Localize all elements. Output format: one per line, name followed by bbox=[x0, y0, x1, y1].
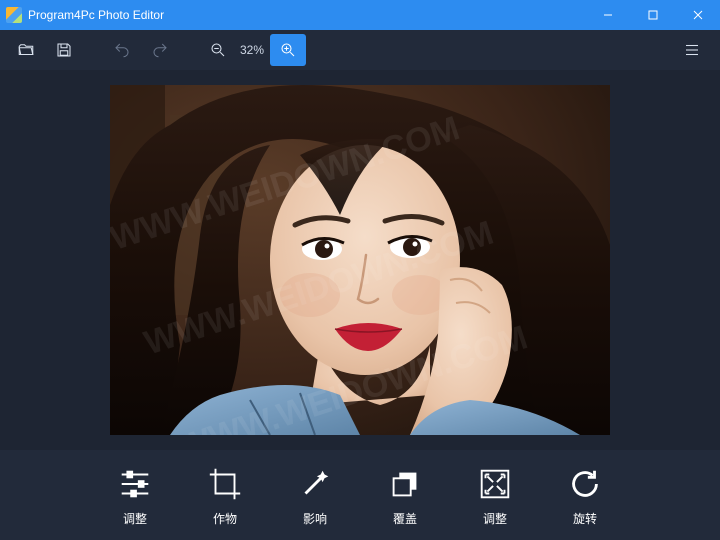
tool-crop[interactable]: 作物 bbox=[205, 464, 245, 527]
toolbar: 32% bbox=[0, 30, 720, 70]
tool-label: 调整 bbox=[123, 510, 147, 527]
save-button[interactable] bbox=[46, 34, 82, 66]
menu-button[interactable] bbox=[674, 34, 710, 66]
crop-icon bbox=[205, 464, 245, 504]
tool-rotate[interactable]: 旋转 bbox=[565, 464, 605, 527]
zoom-level: 32% bbox=[240, 43, 264, 57]
tool-resize[interactable]: 调整 bbox=[475, 464, 515, 527]
tool-label: 覆盖 bbox=[393, 510, 417, 527]
layers-icon bbox=[385, 464, 425, 504]
maximize-button[interactable] bbox=[630, 0, 675, 30]
tool-effects[interactable]: 影响 bbox=[295, 464, 335, 527]
close-button[interactable] bbox=[675, 0, 720, 30]
zoom-out-button[interactable] bbox=[200, 34, 236, 66]
minimize-button[interactable] bbox=[585, 0, 630, 30]
tool-adjust[interactable]: 调整 bbox=[115, 464, 155, 527]
rotate-icon bbox=[565, 464, 605, 504]
tool-label: 旋转 bbox=[573, 510, 597, 527]
tool-overlay[interactable]: 覆盖 bbox=[385, 464, 425, 527]
sliders-icon bbox=[115, 464, 155, 504]
app-icon bbox=[6, 7, 22, 23]
photo-image: WWW.WEIDOWN.COM WWW.WEIDOWN.COM WWW.WEID… bbox=[110, 85, 610, 435]
window-title: Program4Pc Photo Editor bbox=[28, 8, 585, 22]
open-button[interactable] bbox=[8, 34, 44, 66]
zoom-in-button[interactable] bbox=[270, 34, 306, 66]
wand-icon bbox=[295, 464, 335, 504]
redo-button[interactable] bbox=[142, 34, 178, 66]
canvas-area[interactable]: WWW.WEIDOWN.COM WWW.WEIDOWN.COM WWW.WEID… bbox=[0, 70, 720, 450]
undo-button[interactable] bbox=[104, 34, 140, 66]
bottom-toolbar: 调整 作物 影响 覆盖 调整 旋转 bbox=[0, 450, 720, 540]
tool-label: 调整 bbox=[483, 510, 507, 527]
tool-label: 影响 bbox=[303, 510, 327, 527]
expand-icon bbox=[475, 464, 515, 504]
tool-label: 作物 bbox=[213, 510, 237, 527]
titlebar: Program4Pc Photo Editor bbox=[0, 0, 720, 30]
